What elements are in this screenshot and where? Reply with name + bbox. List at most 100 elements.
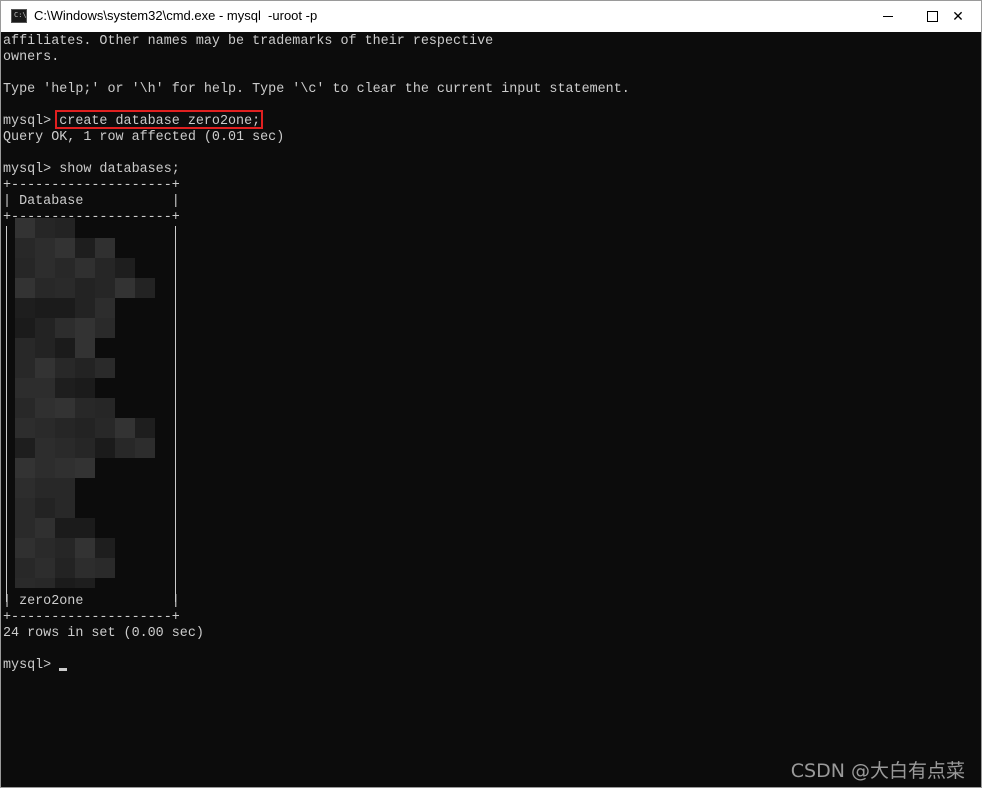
redaction-pixel: [15, 298, 35, 318]
redaction-pixel: [35, 258, 55, 278]
redaction-pixel: [15, 418, 35, 438]
redaction-pixel: [55, 478, 75, 498]
title-bar[interactable]: C:\ C:\Windows\system32\cmd.exe - mysql …: [1, 1, 981, 32]
redaction-pixel: [15, 498, 35, 518]
redaction-pixel: [55, 458, 75, 478]
redaction-pixel: [15, 578, 35, 588]
redaction-pixel: [95, 398, 115, 418]
redaction-pixel: [75, 278, 95, 298]
text-cursor: [59, 668, 67, 671]
redaction-pixel: [15, 458, 35, 478]
redaction-pixel: [75, 438, 95, 458]
minimize-button[interactable]: [865, 1, 911, 32]
redaction-pixel: [15, 478, 35, 498]
redaction-pixel: [35, 338, 55, 358]
redaction-pixel: [115, 278, 135, 298]
redaction-pixel: [35, 518, 55, 538]
command-highlight-box: [55, 110, 263, 129]
redaction-pixel: [35, 418, 55, 438]
table-border-line: +--------------------+: [3, 610, 180, 625]
redaction-pixel: [35, 358, 55, 378]
redaction-pixel: [75, 398, 95, 418]
redaction-pixel: [135, 438, 155, 458]
redaction-pixel: [95, 558, 115, 578]
table-right-border: [175, 226, 176, 602]
console-line: affiliates. Other names may be trademark…: [3, 34, 494, 49]
redaction-pixel: [75, 318, 95, 338]
console-line: 24 rows in set (0.00 sec): [3, 626, 204, 641]
redacted-database-list: [15, 218, 167, 588]
redaction-pixel: [35, 538, 55, 558]
redaction-pixel: [35, 498, 55, 518]
redaction-pixel: [55, 358, 75, 378]
redaction-pixel: [55, 238, 75, 258]
redaction-pixel: [15, 278, 35, 298]
redaction-pixel: [75, 258, 95, 278]
redaction-pixel: [95, 418, 115, 438]
redaction-pixel: [115, 258, 135, 278]
redaction-pixel: [15, 518, 35, 538]
redaction-pixel: [55, 438, 75, 458]
console-line: Type 'help;' or '\h' for help. Type '\c'…: [3, 82, 630, 97]
redaction-pixel: [55, 418, 75, 438]
redaction-pixel: [75, 458, 95, 478]
redaction-pixel: [35, 318, 55, 338]
redaction-pixel: [35, 298, 55, 318]
redaction-pixel: [115, 418, 135, 438]
redaction-pixel: [35, 458, 55, 478]
redaction-pixel: [55, 218, 75, 238]
redaction-pixel: [75, 578, 95, 588]
redaction-pixel: [95, 538, 115, 558]
redaction-pixel: [75, 518, 95, 538]
console-output[interactable]: affiliates. Other names may be trademark…: [1, 32, 981, 787]
cmd-icon[interactable]: C:\: [11, 9, 27, 23]
redaction-pixel: [35, 398, 55, 418]
redaction-pixel: [55, 318, 75, 338]
redaction-pixel: [35, 278, 55, 298]
console-line: Query OK, 1 row affected (0.01 sec): [3, 130, 285, 145]
watermark: CSDN @大白有点菜: [790, 760, 965, 782]
redaction-pixel: [35, 238, 55, 258]
redaction-pixel: [95, 238, 115, 258]
redaction-pixel: [75, 358, 95, 378]
minimize-icon: [883, 16, 893, 17]
redaction-pixel: [15, 378, 35, 398]
redaction-pixel: [135, 278, 155, 298]
redaction-pixel: [75, 418, 95, 438]
window-title: C:\Windows\system32\cmd.exe - mysql -uro…: [34, 8, 318, 23]
redaction-pixel: [55, 498, 75, 518]
redaction-pixel: [115, 438, 135, 458]
redaction-pixel: [55, 278, 75, 298]
redaction-pixel: [15, 538, 35, 558]
redaction-pixel: [95, 358, 115, 378]
redaction-pixel: [35, 438, 55, 458]
cmd-icon-label: C:\: [14, 11, 27, 19]
redaction-pixel: [55, 398, 75, 418]
redaction-pixel: [55, 538, 75, 558]
table-left-border: [6, 226, 7, 602]
redaction-pixel: [55, 518, 75, 538]
table-row-line: | zero2one |: [3, 594, 180, 609]
table-header-line: | Database |: [3, 194, 180, 209]
close-icon: ✕: [952, 8, 964, 25]
redaction-pixel: [95, 258, 115, 278]
redaction-pixel: [15, 438, 35, 458]
redaction-pixel: [75, 298, 95, 318]
redaction-pixel: [15, 338, 35, 358]
redaction-pixel: [15, 318, 35, 338]
redaction-pixel: [55, 378, 75, 398]
redaction-pixel: [15, 558, 35, 578]
redaction-pixel: [135, 418, 155, 438]
prompt-line: mysql>: [3, 658, 60, 673]
redaction-pixel: [75, 238, 95, 258]
redaction-pixel: [15, 398, 35, 418]
redaction-pixel: [15, 238, 35, 258]
redaction-pixel: [35, 578, 55, 588]
redaction-pixel: [95, 318, 115, 338]
redaction-pixel: [55, 558, 75, 578]
redaction-pixel: [75, 538, 95, 558]
redaction-pixel: [35, 218, 55, 238]
close-button[interactable]: ✕: [935, 1, 981, 32]
console-line: mysql> show databases;: [3, 162, 180, 177]
console-line: owners.: [3, 50, 60, 65]
